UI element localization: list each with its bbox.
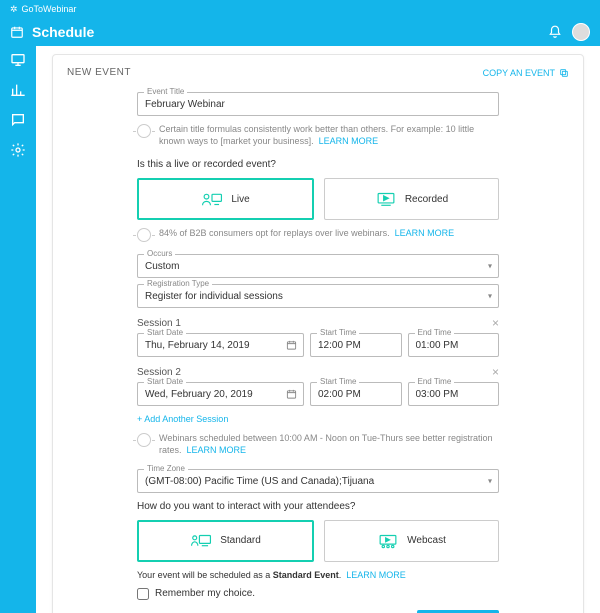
start-time-field[interactable]: Start Time bbox=[310, 333, 402, 357]
recorded-icon bbox=[375, 190, 397, 208]
start-time-field[interactable]: Start Time bbox=[310, 382, 402, 406]
card-heading: NEW EVENT bbox=[67, 67, 131, 78]
bulb-icon bbox=[137, 228, 151, 242]
calendar-icon bbox=[286, 389, 297, 400]
brand-bar: ✲ GoToWebinar bbox=[0, 0, 600, 18]
brand-name: GoToWebinar bbox=[22, 4, 77, 14]
calendar-icon bbox=[286, 340, 297, 351]
flower-icon: ✲ bbox=[10, 4, 18, 15]
app-bar: Schedule bbox=[0, 18, 600, 46]
option-label: Recorded bbox=[405, 194, 448, 205]
session-name: Session 2 bbox=[137, 367, 181, 378]
learn-more-link[interactable]: LEARN MORE bbox=[319, 136, 379, 146]
sidebar bbox=[0, 46, 36, 613]
bell-icon[interactable] bbox=[548, 25, 562, 39]
reg-type-value[interactable] bbox=[145, 291, 491, 302]
option-label: Live bbox=[231, 194, 249, 205]
webcast-icon bbox=[377, 532, 399, 550]
standard-icon bbox=[190, 532, 212, 550]
add-session-link[interactable]: + Add Another Session bbox=[137, 414, 228, 424]
sidebar-settings-icon[interactable] bbox=[10, 142, 26, 158]
avatar[interactable] bbox=[572, 23, 590, 41]
copy-icon bbox=[559, 68, 569, 78]
bulb-icon bbox=[137, 433, 151, 447]
field-label: Occurs bbox=[144, 249, 175, 258]
timezone-value[interactable] bbox=[145, 476, 491, 487]
start-date-field[interactable]: Start Date bbox=[137, 333, 304, 357]
page-title: Schedule bbox=[32, 24, 94, 40]
schedule-note: Your event will be scheduled as a Standa… bbox=[137, 570, 499, 580]
close-icon[interactable]: × bbox=[492, 365, 499, 379]
option-live[interactable]: Live bbox=[137, 178, 314, 220]
hint-text: 84% of B2B consumers opt for replays ove… bbox=[159, 228, 390, 238]
interact-question: How do you want to interact with your at… bbox=[137, 501, 499, 512]
sidebar-analytics-icon[interactable] bbox=[10, 82, 26, 98]
start-date-field[interactable]: Start Date bbox=[137, 382, 304, 406]
option-label: Standard bbox=[220, 535, 261, 546]
timezone-field[interactable]: Time Zone ▾ bbox=[137, 469, 499, 493]
option-label: Webcast bbox=[407, 535, 446, 546]
option-recorded[interactable]: Recorded bbox=[324, 178, 499, 220]
learn-more-link[interactable]: LEARN MORE bbox=[395, 228, 455, 238]
occurs-field[interactable]: Occurs ▾ bbox=[137, 254, 499, 278]
copy-event-link[interactable]: COPY AN EVENT bbox=[483, 68, 569, 78]
learn-more-link[interactable]: LEARN MORE bbox=[346, 570, 406, 580]
learn-more-link[interactable]: LEARN MORE bbox=[187, 445, 247, 455]
session-1: Session 1 × Start Date Start Time bbox=[137, 316, 499, 357]
event-title-field[interactable]: Event Title bbox=[137, 92, 499, 116]
occurs-value[interactable] bbox=[145, 261, 491, 272]
session-name: Session 1 bbox=[137, 318, 181, 329]
schedule-icon bbox=[10, 25, 24, 39]
close-icon[interactable]: × bbox=[492, 316, 499, 330]
live-question: Is this a live or recorded event? bbox=[137, 159, 499, 170]
field-label: Registration Type bbox=[144, 279, 212, 288]
end-time-field[interactable]: End Time bbox=[408, 382, 500, 406]
field-label: Time Zone bbox=[144, 464, 188, 473]
option-standard[interactable]: Standard bbox=[137, 520, 314, 562]
sidebar-chat-icon[interactable] bbox=[10, 112, 26, 128]
remember-choice[interactable]: Remember my choice. bbox=[137, 588, 499, 600]
sidebar-monitor-icon[interactable] bbox=[10, 52, 26, 68]
registration-type-field[interactable]: Registration Type ▾ bbox=[137, 284, 499, 308]
field-label: Event Title bbox=[144, 87, 187, 96]
option-webcast[interactable]: Webcast bbox=[324, 520, 499, 562]
remember-checkbox[interactable] bbox=[137, 588, 149, 600]
end-time-field[interactable]: End Time bbox=[408, 333, 500, 357]
event-title-input[interactable] bbox=[145, 99, 491, 110]
session-2: Session 2 × Start Date Start Time bbox=[137, 365, 499, 406]
new-event-card: NEW EVENT COPY AN EVENT Event Title Cert… bbox=[52, 54, 584, 613]
bulb-icon bbox=[137, 124, 151, 138]
hint-text: Certain title formulas consistently work… bbox=[159, 124, 474, 146]
live-icon bbox=[201, 190, 223, 208]
